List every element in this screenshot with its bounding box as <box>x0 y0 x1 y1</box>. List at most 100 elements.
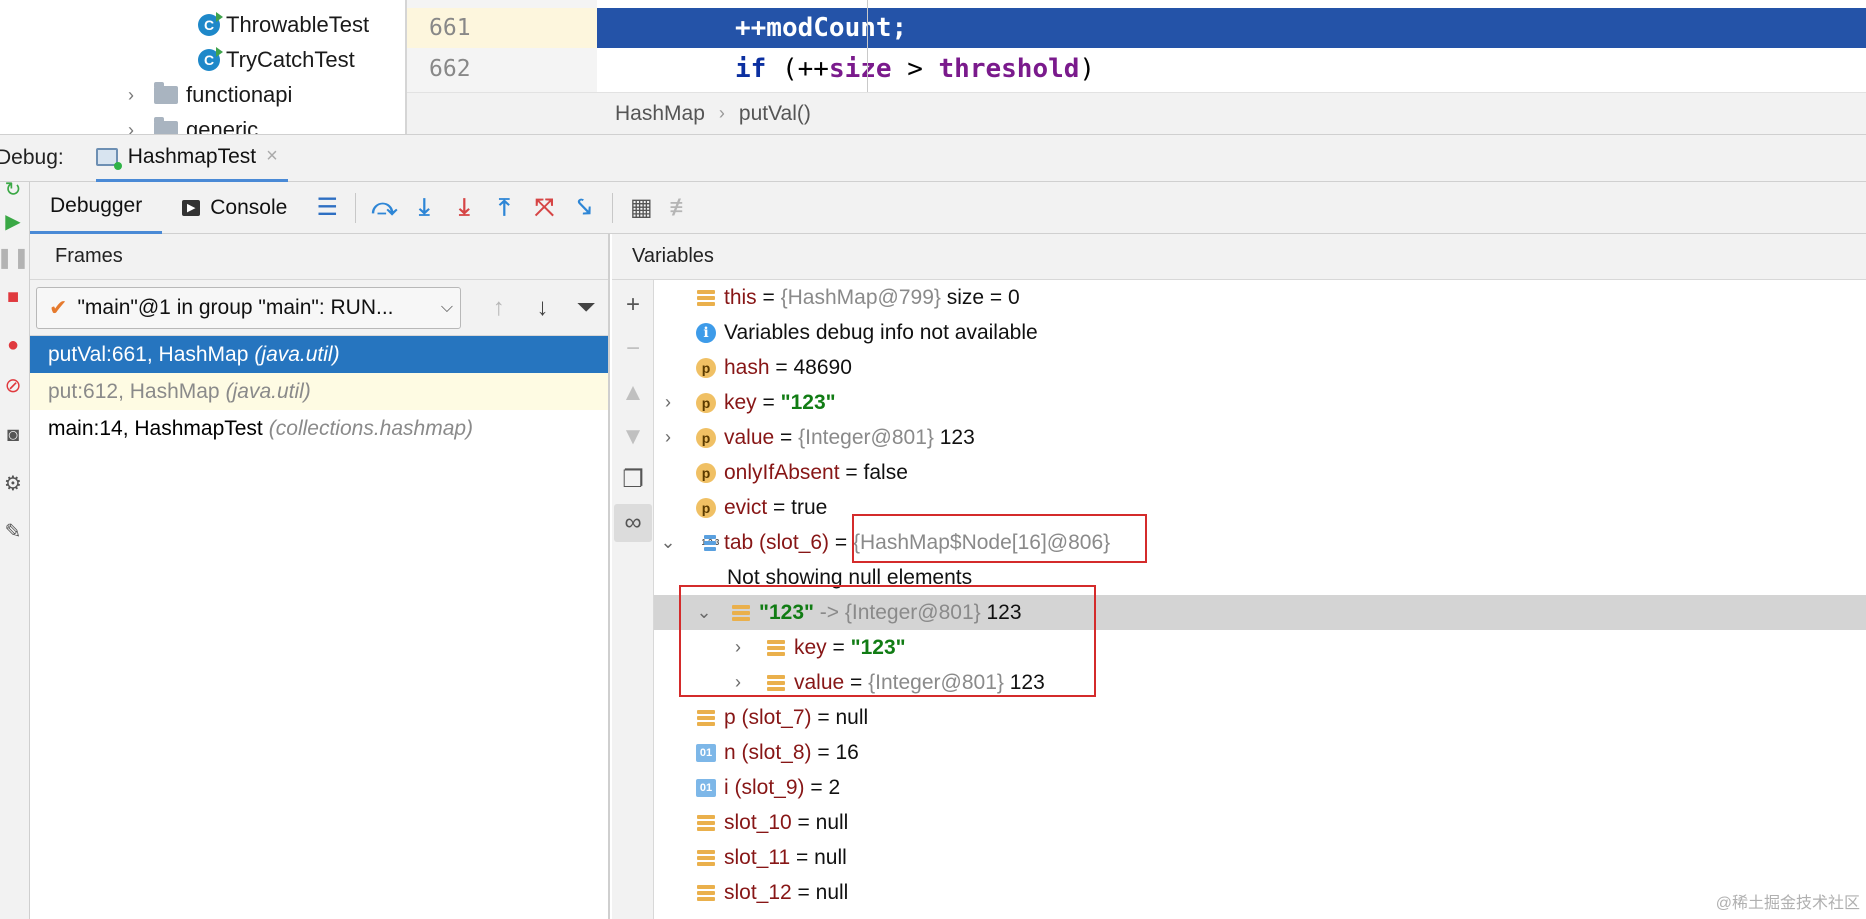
variable-row[interactable]: 01 n (slot_8) = 16 <box>654 735 1866 770</box>
variable-row[interactable]: slot_12 = null <box>654 875 1866 910</box>
move-up-icon[interactable]: ▲ <box>614 374 652 412</box>
copy-icon[interactable]: ❐ <box>614 460 652 498</box>
tab-console[interactable]: ▶ Console <box>162 182 307 234</box>
run-to-cursor-icon[interactable]: ⤥ <box>564 188 604 228</box>
variable-row[interactable]: 01 i (slot_9) = 2 <box>654 770 1866 805</box>
code-editor[interactable]: 661 662 ++modCount; if (++ size > thresho… <box>407 0 1866 134</box>
chevron-right-icon[interactable]: › <box>728 672 748 693</box>
var-string: "123" <box>759 600 814 624</box>
frames-panel: Frames ✔ "main"@1 in group "main": RUN..… <box>30 234 610 919</box>
var-eq: = <box>756 285 781 309</box>
var-eq: = <box>811 705 836 729</box>
execution-line[interactable]: ++modCount; <box>597 8 1866 48</box>
tree-item-throwabletest[interactable]: C ThrowableTest <box>198 8 369 42</box>
frame-method: putVal:661, HashMap <box>48 342 249 366</box>
mute-breakpoints-icon[interactable]: ⊘ <box>0 372 26 398</box>
frame-down-icon[interactable]: ↓ <box>521 287 565 329</box>
watermark: @稀土掘金技术社区 <box>1715 895 1860 912</box>
folder-icon <box>154 82 178 104</box>
stop-icon[interactable]: ■ <box>0 284 26 310</box>
debug-tab-label: HashmapTest <box>127 144 257 168</box>
code-area[interactable]: ++modCount; if (++ size > threshold) <box>597 0 1866 92</box>
variable-row[interactable]: p (slot_7) = null <box>654 700 1866 735</box>
frame-package: (java.util) <box>225 379 311 403</box>
breadcrumb-item[interactable]: HashMap <box>615 102 705 126</box>
variable-row[interactable]: ⌄ 1 2 3 tab (slot_6) = {HashMap$Node[16]… <box>654 525 1866 560</box>
variable-row[interactable]: › p key = "123" <box>654 385 1866 420</box>
variable-row[interactable]: p onlyIfAbsent = false <box>654 455 1866 490</box>
variable-row[interactable]: ⌄ "123" -> {Integer@801} 123 <box>654 595 1866 630</box>
filter-icon[interactable]: ⏷ <box>564 287 608 329</box>
variable-row[interactable]: slot_11 = null <box>654 840 1866 875</box>
step-over-icon[interactable]: ⤼ <box>364 188 404 228</box>
variable-row[interactable]: p hash = 48690 <box>654 350 1866 385</box>
chevron-right-icon[interactable]: › <box>128 120 154 135</box>
chevron-right-icon[interactable]: › <box>728 637 748 658</box>
tree-item-generic[interactable]: › generic <box>128 113 258 134</box>
tree-item-functionapi[interactable]: › functionapi <box>128 78 292 112</box>
remove-watch-icon[interactable]: − <box>614 330 652 368</box>
frame-up-icon[interactable]: ↑ <box>477 287 521 329</box>
frame-row[interactable]: main:14, HashmapTest (collections.hashma… <box>30 410 608 447</box>
add-watch-icon[interactable]: + <box>614 286 652 324</box>
variable-row[interactable]: › p value = {Integer@801} 123 <box>654 420 1866 455</box>
tree-item-label: functionapi <box>186 82 293 107</box>
thread-select[interactable]: ✔ "main"@1 in group "main": RUN... ⌵ <box>36 286 461 329</box>
debug-action-strip: ↻ ▶ ❚❚ ■ ● ⊘ ◙ ⚙ ✎ <box>0 179 30 919</box>
variable-row[interactable]: › value = {Integer@801} 123 <box>654 665 1866 700</box>
pin-icon[interactable]: ✎ <box>0 518 26 544</box>
chevron-down-icon[interactable]: ⌄ <box>694 602 714 623</box>
debug-session-tab[interactable]: HashmapTest × <box>95 134 288 182</box>
code-text: ) <box>1079 54 1096 84</box>
var-name: p (slot_7) <box>724 705 812 729</box>
code-line[interactable]: if (++ size > threshold) <box>597 49 1866 89</box>
variable-row[interactable]: i Variables debug info not available <box>654 315 1866 350</box>
var-string: "123" <box>850 635 906 659</box>
drop-frame-icon[interactable]: ⤧ <box>524 188 564 228</box>
close-icon[interactable]: × <box>266 145 278 168</box>
var-value: null <box>835 705 869 729</box>
var-ref: {Integer@801} <box>844 600 981 624</box>
var-name: value <box>724 425 775 449</box>
frame-method: main:14, HashmapTest <box>48 416 263 440</box>
trace-stream-icon[interactable]: ≢ <box>661 188 701 228</box>
chevron-down-icon: ⌵ <box>440 298 454 316</box>
var-eq: = <box>804 775 829 799</box>
var-value: false <box>863 460 908 484</box>
tree-item-label: generic <box>186 117 259 134</box>
frame-row[interactable]: putVal:661, HashMap (java.util) <box>30 336 608 373</box>
pause-icon[interactable]: ❚❚ <box>0 244 30 270</box>
step-into-icon[interactable]: ⤓ <box>404 188 444 228</box>
variable-row[interactable]: › key = "123" <box>654 630 1866 665</box>
tree-item-trycatchtest[interactable]: C TryCatchTest <box>198 43 355 77</box>
settings-icon[interactable]: ⚙ <box>0 470 26 496</box>
variable-row[interactable]: slot_10 = null <box>654 805 1866 840</box>
tab-debugger[interactable]: Debugger <box>30 182 163 234</box>
move-down-icon[interactable]: ▼ <box>614 418 652 456</box>
evaluate-expression-icon[interactable]: ▦ <box>621 188 661 228</box>
var-value: 2 <box>828 775 841 799</box>
breadcrumb-item[interactable]: putVal() <box>739 102 811 126</box>
camera-icon[interactable]: ◙ <box>0 422 26 448</box>
chevron-right-icon[interactable]: › <box>658 392 678 413</box>
var-name: hash <box>724 355 770 379</box>
var-ref: {Integer@801} <box>868 670 1004 694</box>
chevron-right-icon[interactable]: › <box>128 85 154 106</box>
resume-icon[interactable]: ▶ <box>0 208 26 234</box>
variable-row[interactable]: p evict = true <box>654 490 1866 525</box>
null-elements-note: Not showing null elements <box>727 565 973 589</box>
frame-row[interactable]: put:612, HashMap (java.util) <box>30 373 608 410</box>
step-out-icon[interactable]: ⤒ <box>484 188 524 228</box>
var-name: onlyIfAbsent <box>724 460 840 484</box>
chevron-right-icon[interactable]: › <box>658 427 678 448</box>
view-breakpoints-icon[interactable]: ● <box>0 332 26 358</box>
force-step-into-icon[interactable]: ⤓ <box>444 188 484 228</box>
watches-glasses-icon[interactable]: ∞ <box>614 504 652 542</box>
layout-menu-icon[interactable]: ☰ <box>307 188 347 228</box>
field-icon <box>766 638 786 658</box>
variable-row[interactable]: Not showing null elements <box>654 560 1866 595</box>
rerun-icon[interactable]: ↻ <box>0 176 26 202</box>
var-eq: = <box>790 845 815 869</box>
variable-row[interactable]: this = {HashMap@799} size = 0 <box>654 280 1866 315</box>
chevron-down-icon[interactable]: ⌄ <box>658 532 678 553</box>
